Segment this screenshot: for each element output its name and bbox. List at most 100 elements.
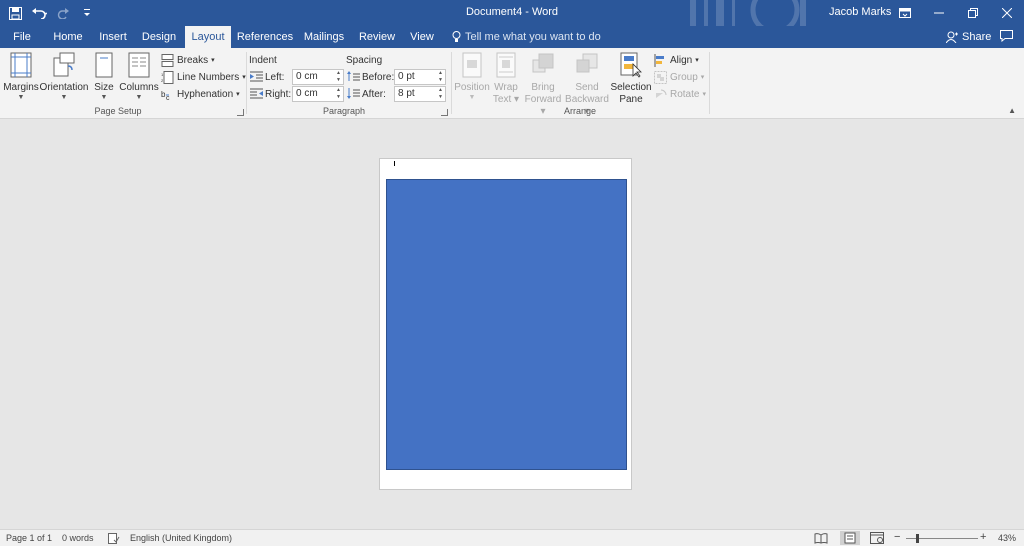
group-divider xyxy=(709,52,710,114)
tab-view[interactable]: View xyxy=(404,26,440,48)
paragraph-group-label: Paragraph xyxy=(322,106,366,116)
indent-left-label: Left: xyxy=(265,72,285,83)
indent-right-icon xyxy=(250,88,263,99)
orientation-button[interactable]: Orientation ▼ xyxy=(40,52,88,102)
paragraph-dialog-launcher-icon[interactable] xyxy=(441,109,448,116)
spacing-after-input[interactable]: 8 pt ▲ ▼ xyxy=(394,86,446,102)
zoom-in-button[interactable]: + xyxy=(980,531,986,543)
tab-insert[interactable]: Insert xyxy=(94,26,132,48)
language[interactable]: English (United Kingdom) xyxy=(130,533,232,543)
close-icon[interactable] xyxy=(990,0,1024,26)
page-count[interactable]: Page 1 of 1 xyxy=(6,533,52,543)
group-divider xyxy=(451,52,452,114)
restore-icon[interactable] xyxy=(956,0,990,26)
user-name[interactable]: Jacob Marks xyxy=(829,6,891,18)
position-button[interactable]: Position ▼ xyxy=(454,52,490,102)
indent-heading: Indent xyxy=(249,55,277,66)
text-cursor xyxy=(394,161,395,166)
tab-review[interactable]: Review xyxy=(356,26,398,48)
spacing-before-label: Before: xyxy=(362,72,395,83)
selection-pane-icon xyxy=(620,52,642,78)
zoom-out-button[interactable]: − xyxy=(894,531,900,543)
minimize-icon[interactable] xyxy=(922,0,956,26)
tab-mailings[interactable]: Mailings xyxy=(300,26,348,48)
rotate-icon xyxy=(656,89,667,98)
spin-arrows-icon[interactable]: ▲ ▼ xyxy=(437,70,444,84)
tell-me-search[interactable]: Tell me what you want to do xyxy=(452,26,601,48)
tab-references[interactable]: References xyxy=(236,26,294,48)
page-setup-dialog-launcher-icon[interactable] xyxy=(237,109,244,116)
spacing-heading: Spacing xyxy=(346,55,383,66)
dropdown-arrow-icon: ▼ xyxy=(468,94,476,101)
align-button[interactable]: Align ▾ xyxy=(654,52,699,68)
tab-layout[interactable]: Layout xyxy=(185,26,231,48)
bring-forward-icon xyxy=(532,53,554,73)
dropdown-arrow-icon: ▼ xyxy=(100,94,108,101)
group-divider xyxy=(246,52,247,114)
line-numbers-icon: 12 xyxy=(161,70,174,84)
spacing-before-input[interactable]: 0 pt ▲ ▼ xyxy=(394,69,446,85)
vertical-scrollbar[interactable] xyxy=(1010,119,1024,529)
margins-icon xyxy=(10,52,32,78)
send-backward-icon xyxy=(576,53,598,73)
indent-right-label: Right: xyxy=(265,89,292,100)
dropdown-arrow-icon: ▼ xyxy=(60,94,68,101)
comments-icon[interactable] xyxy=(1000,30,1013,45)
indent-left-input[interactable]: 0 cm ▲ ▼ xyxy=(292,69,344,85)
size-button[interactable]: Size ▼ xyxy=(92,52,116,102)
columns-button[interactable]: Columns ▼ xyxy=(119,52,159,102)
spacing-before-icon xyxy=(347,71,360,81)
person-icon xyxy=(946,31,958,43)
selection-pane-button[interactable]: Selection Pane xyxy=(610,52,652,106)
align-icon xyxy=(654,53,664,67)
group-button[interactable]: Group ▾ xyxy=(654,69,704,85)
dropdown-arrow-icon: ▼ xyxy=(17,94,25,101)
spin-arrows-icon[interactable]: ▲ ▼ xyxy=(437,87,444,101)
read-mode-icon[interactable] xyxy=(814,532,828,544)
document-canvas[interactable] xyxy=(0,119,1024,529)
word-count[interactable]: 0 words xyxy=(62,533,94,543)
spin-arrows-icon[interactable]: ▲ ▼ xyxy=(335,87,342,101)
line-numbers-button[interactable]: 12 Line Numbers ▾ xyxy=(161,69,246,85)
page-size-icon xyxy=(95,52,113,78)
lightbulb-icon xyxy=(452,31,461,42)
columns-icon xyxy=(128,52,150,78)
breaks-button[interactable]: Breaks ▾ xyxy=(161,52,215,68)
rotate-button[interactable]: Rotate ▾ xyxy=(654,86,706,102)
rectangle-shape[interactable] xyxy=(386,179,627,470)
page-setup-group-label: Page Setup xyxy=(94,106,142,116)
breaks-icon xyxy=(161,53,174,67)
web-layout-icon[interactable] xyxy=(870,532,884,544)
ribbon: Margins ▼ Orientation ▼ Size ▼ Columns ▼… xyxy=(0,48,1024,119)
proofing-icon[interactable] xyxy=(108,533,120,544)
wrap-text-button[interactable]: Wrap Text ▾ xyxy=(490,52,522,106)
tab-design[interactable]: Design xyxy=(138,26,180,48)
orientation-icon xyxy=(53,52,75,77)
window-controls xyxy=(888,0,1024,26)
share-label: Share xyxy=(962,31,992,43)
title-bar: Document4 - Word Jacob Marks xyxy=(0,0,1024,48)
tab-home[interactable]: Home xyxy=(48,26,88,48)
svg-text:c: c xyxy=(166,95,170,101)
share-button[interactable]: Share xyxy=(946,26,991,48)
zoom-level[interactable]: 43% xyxy=(998,533,1016,543)
position-icon xyxy=(462,52,482,78)
margins-button[interactable]: Margins ▼ xyxy=(3,52,39,102)
hyphenation-icon: bc xyxy=(161,90,170,101)
spacing-after-label: After: xyxy=(362,89,386,100)
hyphenation-button[interactable]: bc Hyphenation ▾ xyxy=(161,86,240,102)
spin-arrows-icon[interactable]: ▲ ▼ xyxy=(335,70,342,84)
document-page[interactable] xyxy=(379,158,632,490)
ribbon-display-options-icon[interactable] xyxy=(888,0,922,26)
arrange-group-label: Arrange xyxy=(563,106,597,116)
zoom-slider-thumb[interactable] xyxy=(916,534,919,543)
print-layout-icon[interactable] xyxy=(840,531,860,545)
indent-left-icon xyxy=(250,71,263,82)
dropdown-arrow-icon: ▼ xyxy=(135,94,143,101)
group-icon xyxy=(654,70,667,84)
collapse-ribbon-icon[interactable]: ▲ xyxy=(1008,106,1016,115)
tell-me-text: Tell me what you want to do xyxy=(465,31,601,43)
status-bar: Page 1 of 1 0 words English (United King… xyxy=(0,529,1024,546)
tab-file[interactable]: File xyxy=(0,26,44,48)
indent-right-input[interactable]: 0 cm ▲ ▼ xyxy=(292,86,344,102)
